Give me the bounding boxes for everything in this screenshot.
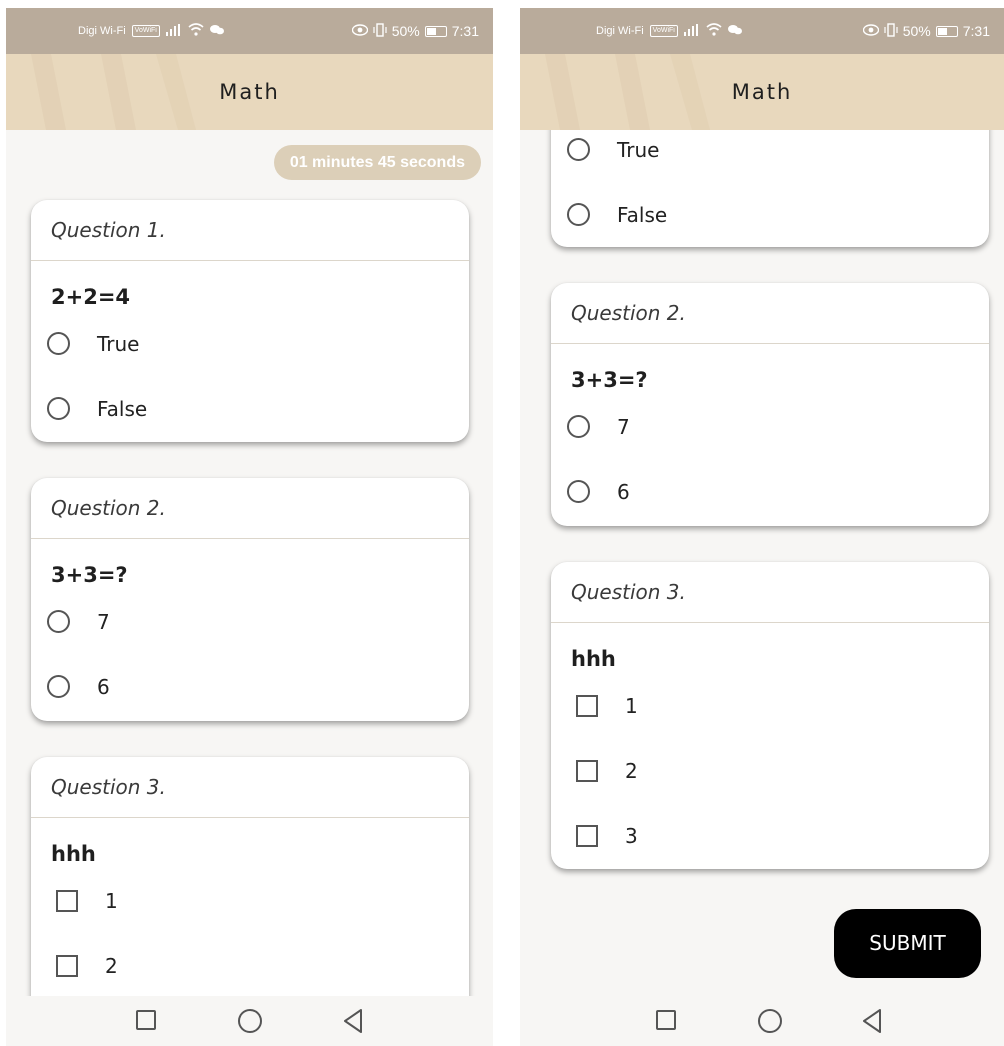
- wifi-icon: [706, 23, 722, 39]
- chat-icon: [727, 24, 742, 39]
- signal-icon: [165, 23, 182, 39]
- question-card-3: Question 3. hhh 1 2 3: [551, 562, 989, 869]
- question-card-2: Question 2. 3+3=? 7 6: [551, 283, 989, 526]
- question-card-3: Question 3. hhh 1 2: [31, 757, 469, 996]
- checkbox[interactable]: [576, 759, 598, 782]
- checkbox-option-2[interactable]: 2: [551, 738, 989, 803]
- radio-button[interactable]: [567, 203, 590, 226]
- checkbox-option-1[interactable]: 1: [551, 673, 989, 738]
- wifi-icon: [188, 23, 204, 39]
- quiz-scroll-area[interactable]: True False Question 2. 3+3=? 7 6 Questio…: [520, 130, 1004, 996]
- radio-button[interactable]: [47, 332, 70, 355]
- radio-button[interactable]: [47, 610, 70, 633]
- option-label: 6: [97, 674, 110, 699]
- checkbox-option-2[interactable]: 2: [31, 933, 469, 996]
- radio-option-true[interactable]: True: [551, 130, 989, 182]
- question-text: 2+2=4: [51, 285, 131, 309]
- phone-screen-right: Digi Wi-Fi VoWiFi 50% 7:31 Math True Fal…: [520, 8, 1004, 1046]
- vowifi-badge: VoWiFi: [649, 25, 678, 37]
- checkbox-option-3[interactable]: 3: [551, 803, 989, 868]
- radio-button[interactable]: [567, 480, 590, 503]
- question-text: hhh: [571, 647, 616, 671]
- option-label: 2: [105, 953, 118, 978]
- battery-percent: 50%: [902, 23, 931, 39]
- option-label: 6: [617, 479, 630, 504]
- option-label: 7: [617, 414, 630, 439]
- option-label: 7: [97, 609, 110, 634]
- checkbox[interactable]: [56, 954, 78, 977]
- question-text: 3+3=?: [51, 563, 128, 587]
- system-nav-bar: [520, 996, 1004, 1046]
- app-bar: Math: [6, 54, 493, 130]
- battery-icon: [935, 25, 958, 37]
- radio-button[interactable]: [567, 415, 590, 438]
- nav-back-icon[interactable]: [861, 1008, 883, 1034]
- option-label: True: [97, 331, 140, 356]
- status-bar: Digi Wi-Fi VoWiFi 50% 7:31: [6, 8, 493, 54]
- nav-back-icon[interactable]: [342, 1008, 364, 1034]
- nav-recent-icon[interactable]: [656, 1010, 676, 1030]
- option-label: False: [97, 396, 148, 421]
- eye-icon: [862, 23, 879, 39]
- clock: 7:31: [451, 23, 479, 39]
- quiz-scroll-area[interactable]: 01 minutes 45 seconds Question 1. 2+2=4 …: [6, 130, 493, 996]
- question-header: Question 1.: [31, 200, 469, 261]
- option-label: False: [617, 202, 668, 227]
- carrier-label: Digi Wi-Fi: [78, 25, 126, 37]
- phone-screen-left: Digi Wi-Fi VoWiFi 50% 7:31 Math 01 minut…: [6, 8, 493, 1046]
- radio-button[interactable]: [47, 675, 70, 698]
- option-label: 1: [105, 888, 118, 913]
- carrier-label: Digi Wi-Fi: [596, 25, 644, 37]
- question-text: hhh: [51, 842, 96, 866]
- nav-home-icon[interactable]: [238, 1009, 262, 1033]
- question-header: Question 2.: [31, 478, 469, 539]
- page-title: Math: [731, 80, 793, 104]
- vibrate-icon: [373, 22, 387, 40]
- submit-button[interactable]: SUBMIT: [834, 909, 981, 978]
- eye-icon: [351, 23, 368, 39]
- radio-option-7[interactable]: 7: [31, 589, 469, 654]
- radio-option-false[interactable]: False: [31, 376, 469, 441]
- question-text: 3+3=?: [571, 368, 648, 392]
- radio-option-7[interactable]: 7: [551, 394, 989, 459]
- vibrate-icon: [884, 22, 898, 40]
- option-label: 2: [625, 758, 638, 783]
- page-title: Math: [219, 80, 280, 104]
- question-header: Question 2.: [551, 283, 989, 344]
- checkbox[interactable]: [576, 694, 598, 717]
- chat-icon: [209, 24, 224, 39]
- vowifi-badge: VoWiFi: [131, 25, 160, 37]
- option-label: True: [617, 137, 660, 162]
- radio-option-6[interactable]: 6: [31, 654, 469, 719]
- nav-home-icon[interactable]: [758, 1009, 782, 1033]
- timer-badge: 01 minutes 45 seconds: [273, 145, 481, 180]
- nav-recent-icon[interactable]: [136, 1010, 156, 1030]
- status-bar: Digi Wi-Fi VoWiFi 50% 7:31: [520, 8, 1004, 54]
- radio-option-false[interactable]: False: [551, 182, 989, 247]
- checkbox[interactable]: [56, 889, 78, 912]
- radio-button[interactable]: [47, 397, 70, 420]
- question-card-1: Question 1. 2+2=4 True False: [31, 200, 469, 442]
- radio-button[interactable]: [567, 138, 590, 161]
- battery-icon: [424, 25, 447, 37]
- question-header: Question 3.: [551, 562, 989, 623]
- checkbox-option-1[interactable]: 1: [31, 868, 469, 933]
- battery-percent: 50%: [391, 23, 420, 39]
- clock: 7:31: [962, 23, 990, 39]
- question-card-2: Question 2. 3+3=? 7 6: [31, 478, 469, 721]
- radio-option-6[interactable]: 6: [551, 459, 989, 524]
- system-nav-bar: [6, 996, 493, 1046]
- app-bar: Math: [520, 54, 1004, 130]
- radio-option-true[interactable]: True: [31, 311, 469, 376]
- signal-icon: [683, 23, 700, 39]
- option-label: 1: [625, 693, 638, 718]
- checkbox[interactable]: [576, 824, 598, 847]
- option-label: 3: [625, 823, 638, 848]
- question-header: Question 3.: [31, 757, 469, 818]
- question-card-1: True False: [551, 130, 989, 247]
